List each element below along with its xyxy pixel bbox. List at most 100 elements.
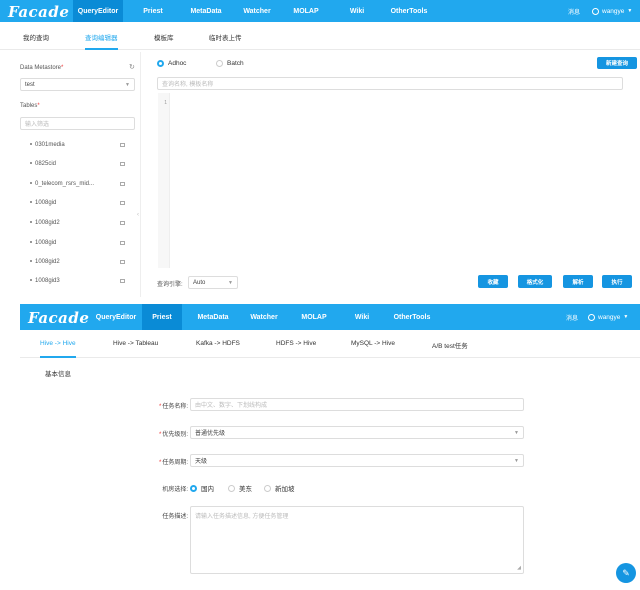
table-info-icon[interactable] [120, 182, 125, 186]
nav-watcher[interactable]: Watcher [242, 304, 286, 330]
sub-tabs: Hive -> Hive Hive -> Tableau Kafka -> HD… [20, 336, 640, 358]
task-desc-textarea[interactable]: 请输入任务描述信息, 方便任务管理 ◢ [190, 506, 524, 574]
table-info-icon[interactable] [120, 143, 125, 147]
edit-icon[interactable]: ✎ [616, 563, 636, 583]
tab-ab-test[interactable]: A/B test任务 [432, 340, 468, 358]
radio-checked-icon [190, 484, 197, 492]
user-icon [588, 313, 595, 321]
task-name-label: *任务名称: [158, 404, 188, 410]
chevron-down-icon: ▼ [627, 8, 633, 14]
section-title: 基本信息 [45, 371, 71, 378]
user-name: wangye [602, 7, 625, 15]
table-filter-input[interactable]: 输入筛选 [20, 117, 135, 130]
user-icon [592, 7, 599, 15]
resize-handle-icon[interactable]: ◢ [517, 565, 521, 571]
table-info-icon[interactable] [120, 260, 125, 264]
chevron-down-icon: ▼ [514, 457, 519, 464]
tab-hive-hive[interactable]: Hive -> Hive [40, 340, 76, 358]
nav-othertools[interactable]: OtherTools [385, 0, 433, 22]
table-info-icon[interactable] [120, 201, 125, 205]
table-list-item[interactable]: 0301media [30, 142, 65, 148]
execute-button[interactable]: 执行 [602, 275, 632, 288]
favorite-button[interactable]: 收藏 [478, 275, 508, 288]
chevron-down-icon: ▼ [514, 429, 519, 436]
nav-metadata[interactable]: MetaData [190, 304, 236, 330]
top-nav-bar: Facade QueryEditor Priest MetaData Watch… [0, 0, 640, 22]
tab-kafka-hdfs[interactable]: Kafka -> HDFS [196, 340, 240, 358]
nav-priest[interactable]: Priest [135, 0, 171, 22]
nav-query-editor[interactable]: QueryEditor [73, 0, 123, 22]
room-singapore-radio[interactable]: 新加坡 [264, 483, 295, 493]
mode-adhoc-radio[interactable]: Adhoc [157, 60, 186, 67]
task-name-input[interactable]: 由中文、数字、下划线构成 [190, 398, 524, 411]
nav-metadata[interactable]: MetaData [183, 0, 229, 22]
room-domestic-radio[interactable]: 国内 [190, 483, 214, 493]
tab-my-queries[interactable]: 我的查询 [23, 32, 49, 50]
tab-hdfs-hive[interactable]: HDFS -> Hive [276, 340, 316, 358]
nav-wiki[interactable]: Wiki [348, 304, 376, 330]
nav-wiki[interactable]: Wiki [343, 0, 371, 22]
table-list-item[interactable]: 1008gid2 [30, 220, 60, 226]
table-list-item[interactable]: 1008gid [30, 200, 56, 206]
new-query-button[interactable]: 新建查询 [597, 57, 637, 69]
refresh-icon[interactable]: ↻ [129, 63, 135, 71]
format-button[interactable]: 格式化 [518, 275, 552, 288]
tab-mysql-hive[interactable]: MySQL -> Hive [351, 340, 395, 358]
nav-watcher[interactable]: Watcher [235, 0, 279, 22]
table-info-icon[interactable] [120, 162, 125, 166]
top-nav-bar: Facade QueryEditor Priest MetaData Watch… [20, 304, 640, 330]
nav-molap[interactable]: MOLAP [296, 304, 332, 330]
chevron-down-icon: ▼ [228, 279, 233, 286]
table-list-item[interactable]: 0_telecom_rsrs_mid... [30, 181, 94, 187]
facade-logo[interactable]: Facade [8, 3, 69, 21]
sub-tabs: 我的查询 查询编辑器 模板库 临时表上传 [0, 28, 640, 50]
tab-query-editor[interactable]: 查询编辑器 [85, 32, 118, 50]
collapse-sidebar-icon[interactable]: ‹ [137, 212, 139, 218]
radio-unchecked-icon [216, 60, 223, 67]
nav-othertools[interactable]: OtherTools [388, 304, 436, 330]
priest-screen: Facade QueryEditor Priest MetaData Watch… [20, 304, 640, 590]
table-list-item[interactable]: 0825cid [30, 161, 56, 167]
table-info-icon[interactable] [120, 241, 125, 245]
nav-molap[interactable]: MOLAP [288, 0, 324, 22]
editor-line-numbers: 1 [158, 93, 170, 268]
parse-button[interactable]: 解析 [563, 275, 593, 288]
messages-link[interactable]: 消息 [566, 304, 578, 330]
table-info-icon[interactable] [120, 279, 125, 283]
chevron-down-icon: ▼ [125, 81, 130, 88]
user-menu[interactable]: wangye ▼ [588, 304, 628, 330]
table-list-item[interactable]: 1008gid3 [30, 278, 60, 284]
query-name-input[interactable]: 查询名称, 模板名称 [157, 77, 623, 90]
table-info-icon[interactable] [120, 221, 125, 225]
user-menu[interactable]: wangye ▼ [592, 0, 632, 22]
priority-select[interactable]: 普通优先级 ▼ [190, 426, 524, 439]
nav-priest[interactable]: Priest [142, 304, 182, 330]
facade-logo[interactable]: Facade [28, 309, 89, 327]
mode-batch-radio[interactable]: Batch [216, 60, 244, 67]
messages-link[interactable]: 消息 [568, 0, 580, 22]
cycle-select[interactable]: 天级 ▼ [190, 454, 524, 467]
desc-label: 任务描述: [162, 514, 188, 520]
user-name: wangye [598, 313, 621, 321]
radio-unchecked-icon [264, 484, 271, 492]
priority-label: *优先级别: [158, 432, 188, 438]
nav-query-editor[interactable]: QueryEditor [90, 304, 142, 330]
metastore-label: Data Metastore* [20, 65, 64, 71]
engine-label: 查询引擎: [157, 282, 183, 288]
radio-unchecked-icon [228, 484, 235, 492]
tab-hive-tableau[interactable]: Hive -> Tableau [113, 340, 158, 358]
cycle-label: *任务周期: [158, 460, 188, 466]
query-editor-screen: Facade QueryEditor Priest MetaData Watch… [0, 0, 640, 298]
radio-checked-icon [157, 60, 164, 67]
tab-temp-table-upload[interactable]: 临时表上传 [209, 32, 242, 50]
chevron-down-icon: ▼ [623, 314, 629, 320]
table-list-item[interactable]: 1008gid [30, 240, 56, 246]
room-us-east-radio[interactable]: 美东 [228, 483, 252, 493]
sql-editor[interactable]: 1 [158, 93, 628, 268]
tables-label: Tables* [20, 103, 40, 109]
room-label: 机房选择: [162, 487, 188, 493]
tab-templates[interactable]: 模板库 [154, 32, 174, 50]
table-list-item[interactable]: 1008gid2 [30, 259, 60, 265]
engine-select[interactable]: Auto ▼ [188, 276, 238, 289]
metastore-select[interactable]: test ▼ [20, 78, 135, 91]
